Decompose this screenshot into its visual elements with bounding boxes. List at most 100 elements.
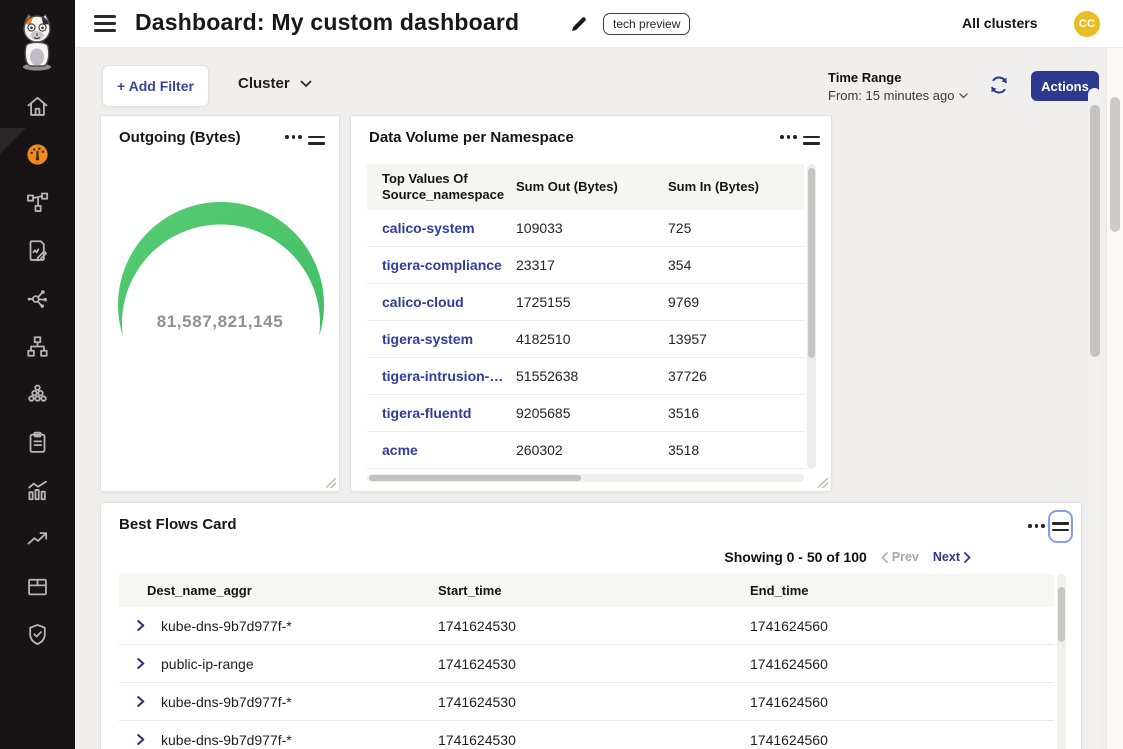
- table-row: tigera-intrusion-d… 51552638 37726: [367, 358, 804, 395]
- namespace-link[interactable]: tigera-fluentd: [382, 405, 516, 421]
- table-header-row: Dest_name_aggr Start_time End_time: [119, 574, 1054, 607]
- sum-out-value: 23317: [516, 257, 668, 273]
- sidebar-item-security[interactable]: [0, 610, 75, 658]
- content-scrollbar[interactable]: [1088, 88, 1101, 749]
- namespace-table: Top Values Of Source_namespace Sum Out (…: [367, 164, 804, 469]
- column-header: Sum Out (Bytes): [516, 179, 668, 195]
- card-resize-grip[interactable]: [818, 478, 828, 488]
- sidebar-item-clusters[interactable]: [0, 370, 75, 418]
- cluster-filter-dropdown[interactable]: Cluster: [238, 75, 312, 92]
- user-avatar[interactable]: CC: [1074, 11, 1100, 37]
- column-header: Sum In (Bytes): [668, 179, 804, 195]
- refresh-icon[interactable]: [988, 74, 1010, 96]
- start-time: 1741624530: [438, 694, 750, 710]
- start-time: 1741624530: [438, 732, 750, 748]
- chevron-down-icon: [959, 93, 968, 99]
- sum-out-value: 9205685: [516, 405, 668, 421]
- card-title: Outgoing (Bytes): [119, 129, 241, 146]
- flow-row[interactable]: kube-dns-9b7d977f-* 1741624530 174162456…: [119, 683, 1054, 721]
- namespace-link[interactable]: tigera-compliance: [382, 257, 516, 273]
- sidebar-item-statistics[interactable]: [0, 466, 75, 514]
- column-header: Top Values Of Source_namespace: [382, 171, 516, 204]
- flows-table: Dest_name_aggr Start_time End_time kube-…: [119, 574, 1054, 749]
- chevron-down-icon: [300, 80, 312, 88]
- card-drag-handle-focused[interactable]: [1048, 510, 1073, 543]
- page-scrollbar[interactable]: [1106, 48, 1123, 749]
- sum-in-value: 9769: [668, 294, 804, 310]
- expand-chevron-icon[interactable]: [135, 620, 146, 631]
- table-vertical-scrollbar[interactable]: [1057, 574, 1066, 749]
- table-horizontal-scrollbar[interactable]: [367, 474, 804, 482]
- time-range-value: From: 15 minutes ago: [828, 88, 954, 103]
- start-time: 1741624530: [438, 656, 750, 672]
- namespace-link[interactable]: tigera-system: [382, 331, 516, 347]
- namespace-link[interactable]: tigera-intrusion-d…: [382, 368, 516, 384]
- time-range-dropdown[interactable]: Time Range From: 15 minutes ago: [828, 70, 968, 103]
- pagination-status: Showing 0 - 50 of 100: [724, 549, 866, 565]
- card-menu-icon[interactable]: [283, 131, 304, 143]
- sidebar-item-network-sets[interactable]: [0, 322, 75, 370]
- sum-in-value: 3518: [668, 442, 804, 458]
- home-icon: [24, 93, 51, 120]
- scrollbar-thumb[interactable]: [1090, 105, 1100, 357]
- sidebar-item-dashboard[interactable]: [0, 130, 75, 178]
- table-vertical-scrollbar[interactable]: [807, 164, 816, 469]
- top-bar: Dashboard: My custom dashboard tech prev…: [75, 0, 1123, 48]
- package-box-icon: [24, 573, 51, 600]
- namespace-link[interactable]: acme: [382, 442, 516, 458]
- shield-check-icon: [24, 621, 51, 648]
- sidebar-item-service-graph[interactable]: [0, 274, 75, 322]
- table-row: acme 260302 3518: [367, 432, 804, 469]
- prev-page-button[interactable]: Prev: [881, 550, 919, 564]
- namespace-link[interactable]: calico-system: [382, 220, 516, 236]
- next-page-button[interactable]: Next: [933, 550, 971, 564]
- cluster-filter-label: Cluster: [238, 75, 290, 92]
- clipboard-icon: [24, 429, 51, 456]
- topology-icon: [24, 189, 51, 216]
- dest-name: kube-dns-9b7d977f-*: [161, 694, 438, 710]
- dashboard-content: + Add Filter Cluster Time Range From: 15…: [75, 48, 1123, 749]
- card-menu-icon[interactable]: [1026, 520, 1047, 532]
- namespace-link[interactable]: calico-cloud: [382, 294, 516, 310]
- menu-hamburger-icon[interactable]: [94, 15, 116, 32]
- data-volume-card: Data Volume per Namespace Top Values Of …: [350, 115, 832, 492]
- edit-dashboard-icon[interactable]: [569, 14, 589, 34]
- sum-out-value: 4182510: [516, 331, 668, 347]
- card-title: Best Flows Card: [119, 516, 237, 533]
- sidebar-item-workloads[interactable]: [0, 562, 75, 610]
- expand-chevron-icon[interactable]: [135, 696, 146, 707]
- card-drag-handle-icon[interactable]: [802, 132, 821, 149]
- flow-row[interactable]: public-ip-range 1741624530 1741624560: [119, 645, 1054, 683]
- sidebar-item-compliance[interactable]: [0, 418, 75, 466]
- sum-out-value: 1725155: [516, 294, 668, 310]
- chevron-left-icon: [881, 552, 888, 563]
- scrollbar-thumb[interactable]: [1110, 97, 1120, 232]
- sidebar-item-network-topology[interactable]: [0, 178, 75, 226]
- gauge-value: 81,587,821,145: [101, 312, 339, 332]
- sum-in-value: 354: [668, 257, 804, 273]
- calico-cat-logo[interactable]: [13, 12, 61, 72]
- cluster-circles-icon: [24, 381, 51, 408]
- table-row: calico-cloud 1725155 9769: [367, 284, 804, 321]
- card-menu-icon[interactable]: [778, 131, 799, 143]
- sidebar-item-home[interactable]: [0, 82, 75, 130]
- end-time: 1741624560: [750, 694, 1054, 710]
- add-filter-button[interactable]: + Add Filter: [102, 65, 209, 107]
- flow-row[interactable]: kube-dns-9b7d977f-* 1741624530 174162456…: [119, 607, 1054, 645]
- sum-out-value: 51552638: [516, 368, 668, 384]
- column-header: End_time: [750, 583, 1054, 598]
- cluster-selector[interactable]: All clusters: [962, 15, 1037, 31]
- sum-out-value: 109033: [516, 220, 668, 236]
- expand-chevron-icon[interactable]: [135, 734, 146, 745]
- sidebar-item-trends[interactable]: [0, 514, 75, 562]
- flow-row[interactable]: kube-dns-9b7d977f-* 1741624530 174162456…: [119, 721, 1054, 749]
- sidebar-item-reports[interactable]: [0, 226, 75, 274]
- column-header: Start_time: [438, 583, 750, 598]
- time-range-label: Time Range: [828, 70, 968, 85]
- card-resize-grip[interactable]: [326, 478, 336, 488]
- chevron-right-icon: [964, 552, 971, 563]
- card-drag-handle-icon[interactable]: [307, 132, 326, 149]
- table-row: tigera-compliance 23317 354: [367, 247, 804, 284]
- expand-chevron-icon[interactable]: [135, 658, 146, 669]
- dest-name: public-ip-range: [161, 656, 438, 672]
